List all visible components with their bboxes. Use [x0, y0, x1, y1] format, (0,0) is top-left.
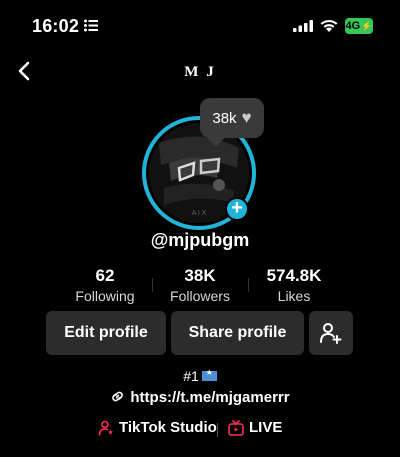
stat-value: 574.8K — [266, 266, 322, 285]
top-nav: M J — [0, 52, 400, 92]
stat-label: Likes — [277, 288, 311, 304]
creator-links: TikTok Studio LIVE — [0, 419, 400, 441]
add-avatar-button[interactable]: + — [225, 197, 249, 221]
stat-likes[interactable]: 574.8K Likes — [244, 266, 344, 304]
bio-link[interactable]: https://t.me/mjgamerrr — [0, 389, 400, 406]
add-friend-button[interactable] — [309, 311, 353, 355]
studio-icon — [98, 420, 113, 436]
stat-followers[interactable]: 38K Followers — [150, 266, 250, 304]
link-icon — [112, 391, 124, 402]
svg-text:A I X: A I X — [192, 210, 207, 217]
rank-text: #1 — [183, 368, 199, 384]
profile-stats: 62 Following 38K Followers 574.8K Likes — [0, 266, 400, 306]
bolt-icon: ⚡ — [361, 20, 373, 31]
link-text: https://t.me/mjgamerrr — [130, 389, 290, 406]
network-label: 4G — [345, 20, 361, 32]
bio-rank: #1 — [0, 368, 400, 384]
stat-value: 38K — [184, 266, 216, 285]
likes-bubble: 38k ♥ — [200, 98, 264, 138]
stat-following[interactable]: 62 Following — [55, 266, 155, 304]
stat-value: 62 — [95, 266, 115, 285]
signal-icon — [293, 20, 313, 32]
heart-icon: ♥ — [241, 108, 252, 127]
live-icon — [228, 419, 244, 436]
live-label: LIVE — [249, 419, 283, 436]
share-profile-button[interactable]: Share profile — [171, 311, 304, 355]
username: @mjpubgm — [150, 230, 250, 250]
likes-bubble-count: 38k — [212, 109, 237, 127]
add-user-icon — [320, 323, 342, 344]
page-title: M J — [184, 64, 216, 80]
status-time: 16:02 — [32, 16, 80, 36]
live-link[interactable]: LIVE — [228, 419, 282, 436]
wifi-icon — [320, 19, 338, 32]
studio-label: TikTok Studio — [119, 419, 217, 436]
status-bar: 16:02 4G ⚡ — [0, 0, 400, 52]
stat-label: Followers — [170, 288, 230, 304]
stat-label: Following — [75, 288, 135, 304]
battery-icon: 4G ⚡ — [345, 18, 373, 34]
edit-profile-button[interactable]: Edit profile — [46, 311, 166, 355]
flag-icon — [201, 368, 217, 381]
list-icon — [84, 19, 98, 32]
divider — [217, 423, 218, 437]
tiktok-studio-link[interactable]: TikTok Studio — [98, 419, 217, 436]
